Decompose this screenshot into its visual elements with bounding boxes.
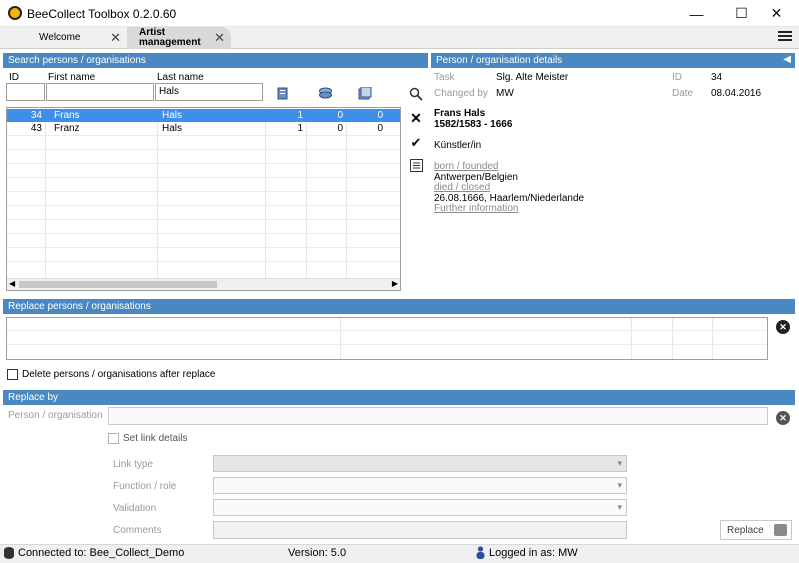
book-column-icon[interactable]: [276, 86, 290, 100]
logged-in-text: Logged in as: MW: [489, 547, 578, 559]
table-row[interactable]: 43 Franz Hals 1 0 0: [7, 122, 400, 135]
details-header-title: Person / organisation details: [436, 55, 563, 66]
replace-by-person-input[interactable]: [108, 407, 768, 425]
chevron-down-icon: ▾: [617, 480, 622, 490]
delete-x-icon[interactable]: ✕: [408, 110, 424, 126]
connection-status: Connected to: Bee_Collect_Demo: [18, 547, 185, 559]
delete-after-replace-label: Delete persons / organisations after rep…: [22, 369, 216, 380]
tab-artist-label-line2: management: [139, 37, 201, 48]
chevron-down-icon: ▾: [617, 458, 622, 468]
id-search-input[interactable]: [6, 83, 45, 101]
tab-artist-management[interactable]: Artist management ✕: [127, 27, 231, 49]
cell-first-name: Frans: [54, 110, 80, 121]
replace-action-icon: [774, 524, 787, 536]
person-years: 1582/1583 - 1666: [434, 119, 513, 130]
date-label: Date: [672, 88, 694, 99]
person-role: Künstler/in: [434, 140, 482, 151]
version-text: Version: 5.0: [288, 547, 347, 559]
cell-count-1: 1: [297, 123, 303, 134]
task-label: Task: [434, 72, 455, 83]
first-name-search-input[interactable]: [46, 83, 154, 101]
horizontal-scrollbar[interactable]: ◀ ▶: [7, 278, 400, 290]
minimize-button[interactable]: —: [674, 0, 719, 27]
changed-by-value: MW: [496, 88, 514, 99]
search-section-header: Search persons / organisations: [3, 53, 428, 68]
chevron-down-icon: ▾: [617, 502, 622, 512]
tab-artist-close-icon[interactable]: ✕: [214, 30, 225, 46]
last-name-search-input[interactable]: Hals: [155, 83, 263, 101]
clear-replace-list-icon[interactable]: ✕: [776, 320, 790, 334]
table-row[interactable]: 34 Frans Hals 1 0 0: [7, 109, 400, 122]
function-role-label: Function / role: [113, 481, 177, 492]
person-organisation-label: Person / organisation: [8, 410, 103, 421]
link-type-dropdown[interactable]: ▾: [213, 455, 627, 472]
cell-first-name: Franz: [54, 123, 80, 134]
hamburger-menu-icon[interactable]: [778, 29, 792, 43]
further-information-link[interactable]: Further information: [434, 203, 518, 214]
changed-by-label: Changed by: [434, 88, 488, 99]
objects-column-icon[interactable]: [317, 86, 333, 100]
set-link-details-checkbox[interactable]: [108, 433, 119, 444]
confirm-check-icon[interactable]: ✔: [408, 135, 424, 151]
cell-count-2: 0: [337, 123, 343, 134]
validation-label: Validation: [113, 503, 157, 514]
replace-persons-list[interactable]: [6, 317, 768, 360]
search-icon[interactable]: [408, 86, 424, 102]
delete-after-replace-checkbox[interactable]: [7, 369, 18, 380]
validation-dropdown[interactable]: ▾: [213, 499, 627, 516]
comments-input[interactable]: [213, 521, 627, 539]
died-closed-link[interactable]: died / closed: [434, 182, 490, 193]
id-label: ID: [9, 72, 19, 83]
detail-id-value: 34: [711, 72, 723, 83]
task-value: Slg. Alte Meister: [496, 72, 569, 83]
search-results-grid[interactable]: 34 Frans Hals 1 0 0 43 Franz Hals 1 0 0 …: [6, 107, 401, 291]
link-type-label: Link type: [113, 459, 154, 470]
window-title: BeeCollect Toolbox 0.2.0.60: [27, 7, 177, 21]
born-founded-link[interactable]: born / founded: [434, 161, 499, 172]
cell-count-3: 0: [377, 110, 383, 121]
tab-welcome-close-icon[interactable]: ✕: [110, 30, 121, 46]
collapse-arrow-icon[interactable]: ◀: [783, 54, 791, 65]
tab-artist-label: Artist management: [139, 28, 201, 48]
first-name-label: First name: [48, 72, 96, 83]
function-role-dropdown[interactable]: ▾: [213, 477, 627, 494]
user-icon: [476, 546, 485, 559]
detail-id-label: ID: [672, 72, 682, 83]
documents-column-icon[interactable]: [357, 86, 373, 100]
tab-welcome[interactable]: Welcome ✕: [27, 27, 127, 49]
scrollbar-thumb[interactable]: [19, 281, 217, 288]
tab-welcome-label: Welcome: [39, 32, 81, 43]
replace-by-section-header: Replace by: [3, 390, 795, 405]
last-name-label: Last name: [157, 72, 204, 83]
cell-id: 43: [30, 123, 42, 134]
cell-count-1: 1: [297, 110, 303, 121]
replace-section-header: Replace persons / organisations: [3, 299, 795, 314]
details-section-header: Person / organisation details ◀: [431, 53, 795, 68]
cell-last-name: Hals: [162, 123, 183, 134]
clear-person-icon[interactable]: ✕: [776, 411, 790, 425]
replace-button[interactable]: Replace: [720, 520, 792, 540]
cell-id: 34: [30, 110, 42, 121]
comments-label: Comments: [113, 525, 162, 536]
cell-count-3: 0: [377, 123, 383, 134]
scroll-right-icon[interactable]: ▶: [392, 279, 398, 288]
bee-app-icon: [8, 6, 22, 20]
cell-count-2: 0: [337, 110, 343, 121]
date-value: 08.04.2016: [711, 88, 762, 99]
cell-last-name: Hals: [162, 110, 183, 121]
close-window-button[interactable]: ✕: [754, 0, 799, 27]
list-details-icon[interactable]: [408, 157, 424, 173]
database-icon: [4, 547, 14, 559]
replace-button-label: Replace: [727, 525, 764, 536]
scroll-left-icon[interactable]: ◀: [9, 279, 15, 288]
set-link-details-label: Set link details: [123, 433, 188, 444]
person-name: Frans Hals: [434, 108, 486, 119]
